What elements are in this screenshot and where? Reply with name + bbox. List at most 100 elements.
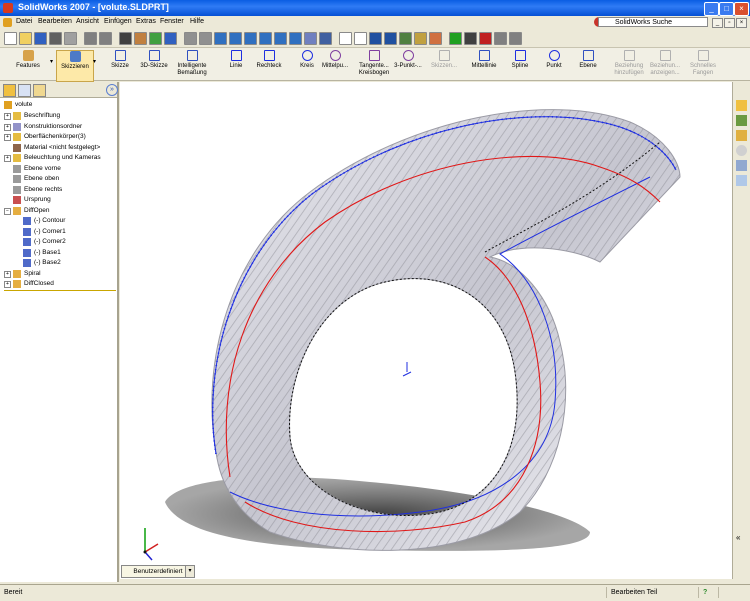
tool-spline[interactable]: Spline: [508, 50, 532, 80]
tool-plane[interactable]: Ebene: [576, 50, 600, 80]
collapse-icon[interactable]: −: [4, 207, 11, 215]
tree-item[interactable]: Ursprung: [0, 195, 117, 205]
tree-item[interactable]: (-) Base2: [0, 258, 117, 268]
section-icon[interactable]: [304, 32, 317, 45]
tree-item[interactable]: + Oberflächenkörper(3): [0, 132, 117, 142]
design-library-icon[interactable]: [736, 115, 747, 126]
tool-add-relation[interactable]: Beziehung hinzufügen: [612, 50, 646, 80]
tree-item[interactable]: Ebene oben: [0, 174, 117, 184]
stop-icon[interactable]: [464, 32, 477, 45]
expand-icon[interactable]: +: [4, 270, 11, 278]
wireframe-icon[interactable]: [339, 32, 352, 45]
menu-fenster[interactable]: Fenster: [160, 18, 184, 25]
tool-smart-dimension[interactable]: Intelligente Bemaßung: [172, 50, 212, 80]
tree-root[interactable]: volute: [0, 100, 117, 110]
tree-item[interactable]: − DiffOpen: [0, 206, 117, 216]
view-palette-icon[interactable]: [736, 160, 747, 171]
document-icon[interactable]: [3, 18, 12, 27]
solidworks-resources-icon[interactable]: [736, 100, 747, 111]
expand-icon[interactable]: +: [4, 113, 11, 120]
menu-bearbeiten[interactable]: Bearbeiten: [38, 18, 72, 25]
zoom-to-fit-icon[interactable]: [214, 32, 227, 45]
tree-item[interactable]: + Beschriftung: [0, 111, 117, 121]
search-input[interactable]: SolidWorks Suche: [598, 17, 708, 27]
tree-item[interactable]: + DiffClosed: [0, 279, 117, 289]
view-orientation-select[interactable]: Benutzerdefiniert: [121, 565, 195, 578]
play-icon[interactable]: [449, 32, 462, 45]
status-help-icon[interactable]: ?: [698, 587, 719, 598]
skizzieren-dropdown-icon[interactable]: ▾: [93, 58, 96, 65]
tool-centerpoint-arc[interactable]: Mittelpu...: [318, 50, 352, 80]
tree-item[interactable]: + Konstruktionsordner: [0, 122, 117, 132]
tree-item[interactable]: Ebene vorne: [0, 164, 117, 174]
tool-tangent-arc[interactable]: Tangente... Kreisbogen: [356, 50, 392, 80]
model-view[interactable]: [120, 82, 732, 579]
tool-3point-arc[interactable]: 3-Punkt-...: [393, 50, 423, 80]
tree-item[interactable]: + Beleuchtung und Kameras: [0, 153, 117, 163]
options-icon[interactable]: [164, 32, 177, 45]
tree-item[interactable]: Material <nicht festgelegt>: [0, 143, 117, 153]
mdi-restore-button[interactable]: ▫: [724, 18, 735, 28]
orientation-icon[interactable]: [319, 32, 332, 45]
pan-icon[interactable]: [289, 32, 302, 45]
tool-quick-snaps[interactable]: Schnelles Fangen: [686, 50, 720, 80]
tool-sketch[interactable]: Skizze: [108, 50, 132, 80]
mdi-close-button[interactable]: ×: [736, 18, 747, 28]
tree-item[interactable]: + Spiral: [0, 269, 117, 279]
maximize-button[interactable]: □: [719, 2, 734, 16]
tree-item[interactable]: (-) Corner2: [0, 237, 117, 247]
tool-rectangle[interactable]: Rechteck: [254, 50, 284, 80]
solidworks-logo-icon[interactable]: [3, 3, 13, 13]
tool-line[interactable]: Linie: [224, 50, 248, 80]
zoom-in-icon[interactable]: [244, 32, 257, 45]
tool-3d-sketch[interactable]: 3D-Skizze: [138, 50, 170, 80]
perspective-icon[interactable]: [399, 32, 412, 45]
zoom-out-icon[interactable]: [259, 32, 272, 45]
menu-ansicht[interactable]: Ansicht: [76, 18, 99, 25]
view-orientation-dropdown-icon[interactable]: ▾: [185, 565, 195, 578]
configuration-manager-tab-icon[interactable]: [33, 84, 46, 97]
tool-sketch-fillet[interactable]: Skizzen...: [426, 50, 462, 80]
shaded-edges-icon[interactable]: [384, 32, 397, 45]
redo-icon[interactable]: [99, 32, 112, 45]
rebuild-icon[interactable]: [134, 32, 147, 45]
features-dropdown-icon[interactable]: ▾: [50, 58, 53, 65]
tool-centerline[interactable]: Mittellinie: [468, 50, 500, 80]
shaded-icon[interactable]: [369, 32, 382, 45]
print-preview-icon[interactable]: [64, 32, 77, 45]
expand-panel-icon[interactable]: »: [106, 84, 118, 96]
tool-point[interactable]: Punkt: [542, 50, 566, 80]
view-triad[interactable]: [143, 528, 159, 561]
shadows-icon[interactable]: [414, 32, 427, 45]
save-icon[interactable]: [34, 32, 47, 45]
expand-icon[interactable]: +: [4, 123, 11, 131]
mdi-minimize-button[interactable]: _: [712, 18, 723, 28]
zoom-area-icon[interactable]: [229, 32, 242, 45]
feature-tree-tab-icon[interactable]: [3, 84, 16, 97]
realview-icon[interactable]: [429, 32, 442, 45]
expand-icon[interactable]: +: [4, 155, 11, 162]
tool-display-relations[interactable]: Beziehun... anzeigen...: [648, 50, 682, 80]
title-bar[interactable]: SolidWorks 2007 - [volute.SLDPRT] _ □ ×: [0, 0, 750, 16]
menu-einfuegen[interactable]: Einfügen: [104, 18, 132, 25]
select-icon[interactable]: [119, 32, 132, 45]
tab-skizzieren[interactable]: Skizzieren: [56, 50, 94, 82]
copy-icon[interactable]: [494, 32, 507, 45]
tool-circle[interactable]: Kreis: [296, 50, 318, 80]
graphics-area[interactable]: [120, 82, 732, 579]
paste-icon[interactable]: [509, 32, 522, 45]
origin-marker[interactable]: [402, 362, 412, 377]
menu-datei[interactable]: Datei: [16, 18, 32, 25]
undo-icon[interactable]: [84, 32, 97, 45]
rotate-icon[interactable]: [274, 32, 287, 45]
appearances-icon[interactable]: [736, 175, 747, 186]
print-icon[interactable]: [49, 32, 62, 45]
grid-icon[interactable]: [184, 32, 197, 45]
collapse-pane-icon[interactable]: «: [736, 532, 747, 543]
tab-features[interactable]: Features: [6, 50, 50, 80]
expand-icon[interactable]: +: [4, 134, 11, 141]
tree-item[interactable]: (-) Base1: [0, 248, 117, 258]
tree-item[interactable]: Ebene rechts: [0, 185, 117, 195]
menu-hilfe[interactable]: Hilfe: [190, 18, 204, 25]
menu-extras[interactable]: Extras: [136, 18, 156, 25]
